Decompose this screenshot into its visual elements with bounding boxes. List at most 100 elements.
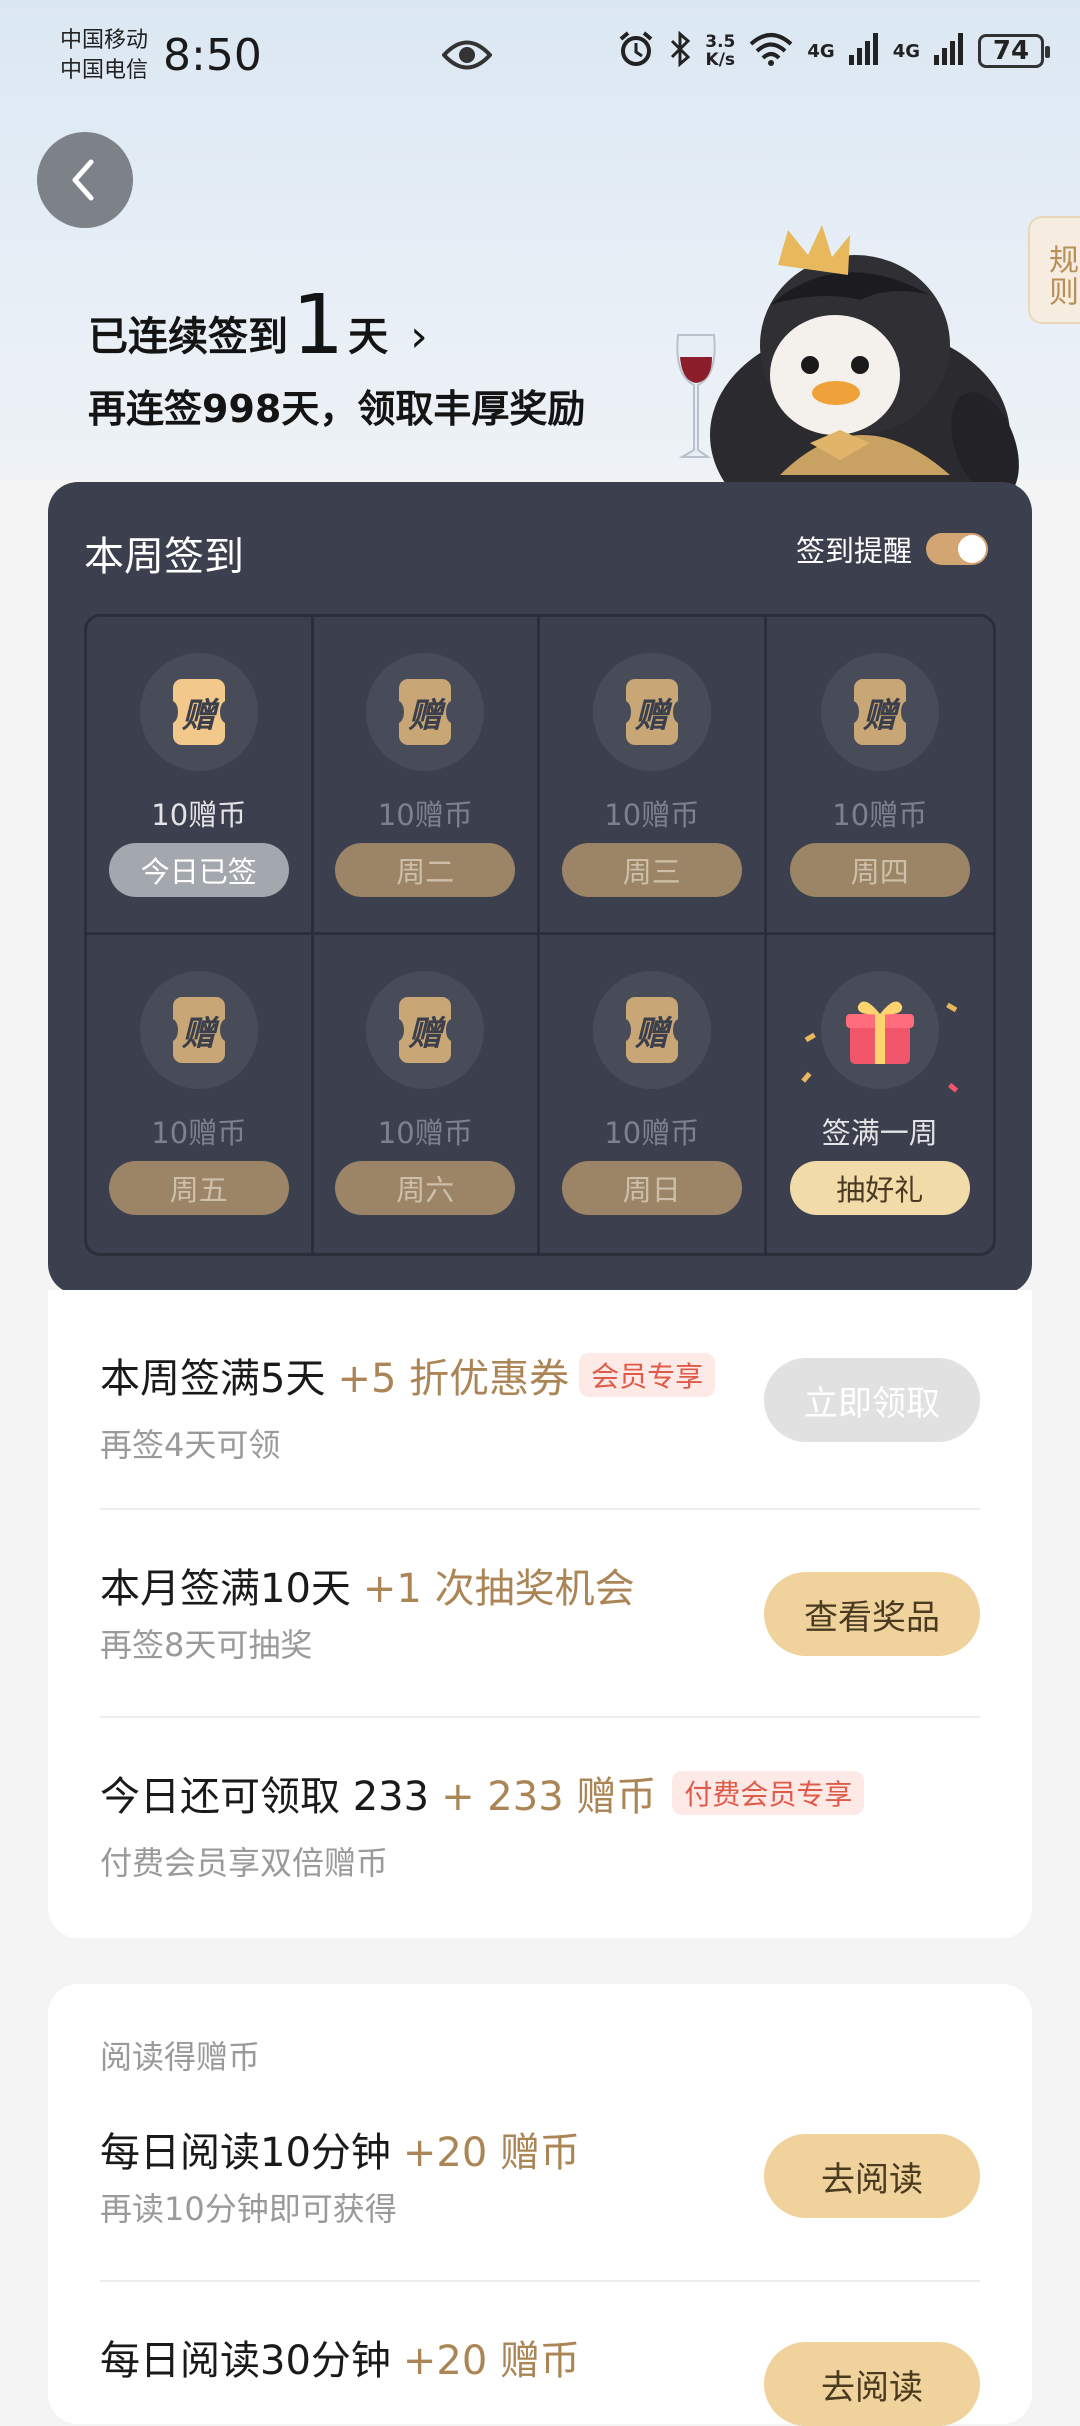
coin-glyph: 赠 [618,679,685,745]
divider [100,2280,980,2282]
go-read-button[interactable]: 去阅读 [764,2342,980,2426]
checkin-reminder: 签到提醒 [796,528,988,570]
task-title: 每日阅读30分钟 [100,2338,391,2384]
task-reward: +1 次抽奖机会 [362,1566,635,1612]
day-cell-1[interactable]: 赠 10赠币 今日已签 [87,617,314,935]
carrier-info: 中国移动 中国电信 [60,26,148,86]
day-cell-5[interactable]: 赠 10赠币 周五 [87,935,314,1253]
signal-icon-2 [934,33,964,69]
coin-glyph: 赠 [392,679,459,745]
wifi-icon [749,32,793,70]
claim-now-button[interactable]: 立即领取 [764,1358,980,1442]
member-tag: 会员专享 [579,1353,716,1397]
weekly-gift-label: 签满一周 [821,1116,938,1150]
coin-amount: 10赠币 [151,798,247,832]
day-status-pill: 周三 [561,843,742,897]
streak-subtitle: 再连签998天，领取丰厚奖励 [88,387,586,431]
bluetooth-icon [669,30,691,71]
back-button[interactable] [37,132,133,228]
day-cell-2[interactable]: 赠 10赠币 周二 [313,617,540,935]
reading-rewards-card: 阅读得赠币 每日阅读10分钟 +20 赠币 再读10分钟即可获得 去阅读 每日阅… [48,1984,1032,2426]
confetti-icon [800,1002,958,1093]
day-status-pill: 今日已签 [108,843,289,897]
coin-glyph: 赠 [165,679,232,745]
toggle-knob [958,535,986,563]
coin-glyph: 赠 [392,997,459,1063]
day-cell-4[interactable]: 赠 10赠币 周四 [766,617,993,935]
task-reward: + 233 赠币 [441,1774,657,1820]
task-reward: +5 折优惠券 [337,1356,570,1402]
coupon-icon: 赠 [592,653,711,771]
coupon-icon: 赠 [592,971,711,1089]
signal-icon-1 [848,33,879,69]
day-status-pill: 周四 [789,843,970,897]
divider [100,1508,980,1510]
status-bar: 中国移动 中国电信 8:50 3.5 K/s 4G 4G 74 [0,0,1080,110]
carrier-2: 中国电信 [60,58,149,83]
weekly-gift-button[interactable]: 抽好礼 [789,1161,970,1215]
coin-amount: 10赠币 [151,1116,247,1150]
day-status-pill: 周二 [335,843,516,897]
coupon-icon: 赠 [139,653,258,771]
day-status-pill: 周六 [335,1161,516,1215]
weekly-checkin-title: 本周签到 [84,534,244,580]
battery-indicator: 74 [978,34,1050,68]
streak-days: 1 [292,278,345,373]
coupon-icon: 赠 [366,653,485,771]
weekly-checkin-card: 本周签到 签到提醒 赠 10赠币 今日已签 赠 10赠币 周二 赠 10赠币 周… [48,482,1032,1294]
task-reward: +20 赠币 [402,2130,581,2176]
streak-suffix: 天 [348,314,389,360]
coin-amount: 10赠币 [377,1116,473,1150]
status-icons: 3.5 K/s 4G 4G 74 [617,30,1050,72]
coin-amount: 10赠币 [832,798,928,832]
task-title-row: 今日还可领取 233 + 233 赠币 付费会员专享 [100,1764,980,1822]
checkin-reminder-label: 签到提醒 [795,534,912,568]
chevron-right-icon: › [410,311,428,362]
divider [100,1716,980,1718]
alarm-icon [617,30,655,72]
coin-glyph: 赠 [846,679,913,745]
coupon-icon: 赠 [820,653,939,771]
reading-section-title: 阅读得赠币 [100,2038,261,2076]
coin-amount: 10赠币 [604,798,700,832]
task-title: 今日还可领取 233 [100,1774,430,1820]
go-read-button[interactable]: 去阅读 [764,2134,980,2218]
day-status-pill: 周五 [108,1161,289,1215]
rewards-list-card: 本周签满5天 +5 折优惠券 会员专享 再签4天可领 立即领取 本月签满10天 … [48,1290,1032,1938]
network-speed: 3.5 K/s [705,33,735,69]
streak-info[interactable]: 已连续签到 1 天 › 再连签998天，领取丰厚奖励 [88,278,586,433]
speed-unit: K/s [705,50,736,70]
status-time: 8:50 [163,30,262,81]
task-reward: +20 赠币 [402,2338,581,2384]
coin-amount: 10赠币 [604,1116,700,1150]
task-daily-coins: 今日还可领取 233 + 233 赠币 付费会员专享 付费会员享双倍赠币 [100,1764,980,1884]
weekly-gift-cell[interactable]: 签满一周 抽好礼 [767,935,994,1253]
coin-glyph: 赠 [618,997,685,1063]
network-label-1: 4G [807,40,835,62]
eye-icon [441,38,493,76]
speed-value: 3.5 [705,32,736,52]
day-cell-6[interactable]: 赠 10赠币 周六 [314,935,540,1253]
streak-heading[interactable]: 已连续签到 1 天 › [88,278,585,373]
rules-tab[interactable]: 规则 [1028,216,1080,324]
view-prizes-button[interactable]: 查看奖品 [764,1572,980,1656]
chevron-left-icon [72,159,94,201]
checkin-grid: 赠 10赠币 今日已签 赠 10赠币 周二 赠 10赠币 周三 赠 10赠币 周… [84,614,996,1256]
paid-member-tag: 付费会员专享 [672,1771,865,1815]
day-cell-7[interactable]: 赠 10赠币 周日 [540,935,767,1253]
coupon-icon: 赠 [139,971,258,1089]
streak-prefix: 已连续签到 [88,314,288,360]
penguin-mascot-image [660,225,1030,545]
network-label-2: 4G [892,40,920,62]
day-cell-3[interactable]: 赠 10赠币 周三 [540,617,767,935]
coin-amount: 10赠币 [377,798,473,832]
task-title: 每日阅读10分钟 [100,2130,391,2176]
checkin-reminder-toggle[interactable] [926,533,988,565]
carrier-1: 中国移动 [60,28,149,53]
task-subtitle: 付费会员享双倍赠币 [100,1844,389,1882]
task-title: 本月签满10天 [100,1566,351,1612]
day-status-pill: 周日 [561,1161,742,1215]
coupon-icon: 赠 [366,971,485,1089]
task-title: 本周签满5天 [100,1356,326,1402]
coin-glyph: 赠 [165,997,232,1063]
